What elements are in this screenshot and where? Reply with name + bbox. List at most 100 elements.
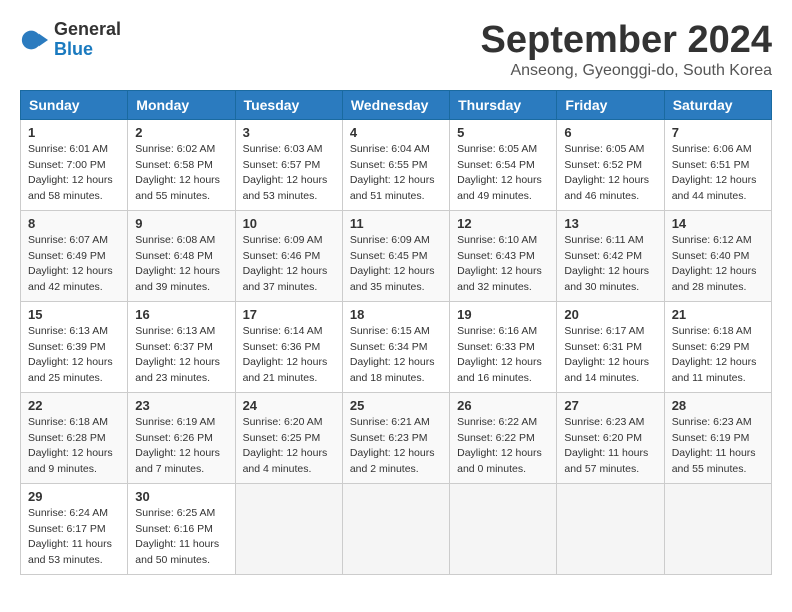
calendar-cell: 27 Sunrise: 6:23 AMSunset: 6:20 PMDayligh…: [557, 392, 664, 483]
calendar-table: SundayMondayTuesdayWednesdayThursdayFrid…: [20, 90, 772, 575]
header-tuesday: Tuesday: [235, 90, 342, 119]
calendar-cell: [342, 483, 449, 574]
calendar-cell: 6 Sunrise: 6:05 AMSunset: 6:52 PMDaylight…: [557, 119, 664, 210]
logo: General Blue: [20, 20, 121, 60]
calendar-cell: 23Sunrise: 6:19 AMSunset: 6:26 PMDayligh…: [128, 392, 235, 483]
day-info: Sunrise: 6:02 AMSunset: 6:58 PMDaylight:…: [135, 142, 227, 205]
day-number: 25: [350, 398, 442, 413]
day-number: 14: [672, 216, 764, 231]
header-sunday: Sunday: [21, 90, 128, 119]
day-number: 10: [243, 216, 335, 231]
location-subtitle: Anseong, Gyeonggi-do, South Korea: [481, 62, 773, 80]
month-title: September 2024: [481, 20, 773, 62]
day-number: 12: [457, 216, 549, 231]
header-monday: Monday: [128, 90, 235, 119]
calendar-cell: 3 Sunrise: 6:03 AMSunset: 6:57 PMDaylight…: [235, 119, 342, 210]
day-info: Sunrise: 6:10 AMSunset: 6:43 PMDaylight:…: [457, 233, 549, 296]
day-info: Sunrise: 6:01 AMSunset: 7:00 PMDaylight:…: [28, 142, 120, 205]
day-info: Sunrise: 6:16 AMSunset: 6:33 PMDaylight:…: [457, 324, 549, 387]
calendar-cell: 13 Sunrise: 6:11 AMSunset: 6:42 PMDayligh…: [557, 210, 664, 301]
day-number: 17: [243, 307, 335, 322]
header-thursday: Thursday: [450, 90, 557, 119]
day-info: Sunrise: 6:07 AMSunset: 6:49 PMDaylight:…: [28, 233, 120, 296]
calendar-header-row: SundayMondayTuesdayWednesdayThursdayFrid…: [21, 90, 772, 119]
header-friday: Friday: [557, 90, 664, 119]
calendar-cell: [664, 483, 771, 574]
logo-blue: Blue: [54, 40, 121, 60]
calendar-cell: 30 Sunrise: 6:25 AMSunset: 6:16 PMDayligh…: [128, 483, 235, 574]
calendar-cell: 22 Sunrise: 6:18 AMSunset: 6:28 PMDayligh…: [21, 392, 128, 483]
day-info: Sunrise: 6:08 AMSunset: 6:48 PMDaylight:…: [135, 233, 227, 296]
day-number: 22: [28, 398, 120, 413]
day-info: Sunrise: 6:09 AMSunset: 6:45 PMDaylight:…: [350, 233, 442, 296]
day-info: Sunrise: 6:09 AMSunset: 6:46 PMDaylight:…: [243, 233, 335, 296]
calendar-cell: 24 Sunrise: 6:20 AMSunset: 6:25 PMDayligh…: [235, 392, 342, 483]
day-number: 3: [243, 125, 335, 140]
calendar-cell: 18 Sunrise: 6:15 AMSunset: 6:34 PMDayligh…: [342, 301, 449, 392]
day-info: Sunrise: 6:19 AMSunset: 6:26 PMDaylight:…: [135, 415, 227, 478]
day-info: Sunrise: 6:18 AMSunset: 6:28 PMDaylight:…: [28, 415, 120, 478]
day-number: 21: [672, 307, 764, 322]
day-info: Sunrise: 6:13 AMSunset: 6:37 PMDaylight:…: [135, 324, 227, 387]
day-number: 15: [28, 307, 120, 322]
logo-icon: [20, 26, 48, 54]
day-info: Sunrise: 6:11 AMSunset: 6:42 PMDaylight:…: [564, 233, 656, 296]
calendar-cell: 11Sunrise: 6:09 AMSunset: 6:45 PMDayligh…: [342, 210, 449, 301]
calendar-cell: [557, 483, 664, 574]
calendar-cell: 4 Sunrise: 6:04 AMSunset: 6:55 PMDaylight…: [342, 119, 449, 210]
calendar-cell: 8 Sunrise: 6:07 AMSunset: 6:49 PMDaylight…: [21, 210, 128, 301]
calendar-cell: 7Sunrise: 6:06 AMSunset: 6:51 PMDaylight…: [664, 119, 771, 210]
day-info: Sunrise: 6:03 AMSunset: 6:57 PMDaylight:…: [243, 142, 335, 205]
day-info: Sunrise: 6:23 AMSunset: 6:20 PMDaylight:…: [564, 415, 656, 478]
calendar-cell: 29Sunrise: 6:24 AMSunset: 6:17 PMDayligh…: [21, 483, 128, 574]
day-number: 27: [564, 398, 656, 413]
calendar-cell: 9Sunrise: 6:08 AMSunset: 6:48 PMDaylight…: [128, 210, 235, 301]
calendar-cell: 2Sunrise: 6:02 AMSunset: 6:58 PMDaylight…: [128, 119, 235, 210]
day-number: 8: [28, 216, 120, 231]
day-info: Sunrise: 6:21 AMSunset: 6:23 PMDaylight:…: [350, 415, 442, 478]
day-info: Sunrise: 6:14 AMSunset: 6:36 PMDaylight:…: [243, 324, 335, 387]
day-info: Sunrise: 6:25 AMSunset: 6:16 PMDaylight:…: [135, 506, 227, 569]
calendar-cell: 25 Sunrise: 6:21 AMSunset: 6:23 PMDayligh…: [342, 392, 449, 483]
calendar-row: 8 Sunrise: 6:07 AMSunset: 6:49 PMDaylight…: [21, 210, 772, 301]
day-number: 13: [564, 216, 656, 231]
calendar-row: 22 Sunrise: 6:18 AMSunset: 6:28 PMDayligh…: [21, 392, 772, 483]
calendar-cell: 5Sunrise: 6:05 AMSunset: 6:54 PMDaylight…: [450, 119, 557, 210]
day-info: Sunrise: 6:05 AMSunset: 6:54 PMDaylight:…: [457, 142, 549, 205]
calendar-cell: 1 Sunrise: 6:01 AMSunset: 7:00 PMDaylight…: [21, 119, 128, 210]
day-info: Sunrise: 6:20 AMSunset: 6:25 PMDaylight:…: [243, 415, 335, 478]
logo-general: General: [54, 20, 121, 40]
calendar-row: 15 Sunrise: 6:13 AMSunset: 6:39 PMDayligh…: [21, 301, 772, 392]
calendar-cell: [235, 483, 342, 574]
day-number: 18: [350, 307, 442, 322]
day-info: Sunrise: 6:17 AMSunset: 6:31 PMDaylight:…: [564, 324, 656, 387]
calendar-cell: 10 Sunrise: 6:09 AMSunset: 6:46 PMDayligh…: [235, 210, 342, 301]
day-number: 19: [457, 307, 549, 322]
calendar-cell: 19 Sunrise: 6:16 AMSunset: 6:33 PMDayligh…: [450, 301, 557, 392]
calendar-cell: 15 Sunrise: 6:13 AMSunset: 6:39 PMDayligh…: [21, 301, 128, 392]
day-number: 1: [28, 125, 120, 140]
calendar-cell: 14Sunrise: 6:12 AMSunset: 6:40 PMDayligh…: [664, 210, 771, 301]
day-number: 4: [350, 125, 442, 140]
calendar-cell: 17 Sunrise: 6:14 AMSunset: 6:36 PMDayligh…: [235, 301, 342, 392]
calendar-cell: [450, 483, 557, 574]
logo-text: General Blue: [54, 20, 121, 60]
day-info: Sunrise: 6:23 AMSunset: 6:19 PMDaylight:…: [672, 415, 764, 478]
page-header: General Blue September 2024 Anseong, Gye…: [20, 20, 772, 80]
day-info: Sunrise: 6:13 AMSunset: 6:39 PMDaylight:…: [28, 324, 120, 387]
calendar-cell: 12 Sunrise: 6:10 AMSunset: 6:43 PMDayligh…: [450, 210, 557, 301]
day-number: 6: [564, 125, 656, 140]
day-info: Sunrise: 6:06 AMSunset: 6:51 PMDaylight:…: [672, 142, 764, 205]
day-info: Sunrise: 6:05 AMSunset: 6:52 PMDaylight:…: [564, 142, 656, 205]
day-info: Sunrise: 6:04 AMSunset: 6:55 PMDaylight:…: [350, 142, 442, 205]
day-number: 16: [135, 307, 227, 322]
day-number: 24: [243, 398, 335, 413]
day-info: Sunrise: 6:15 AMSunset: 6:34 PMDaylight:…: [350, 324, 442, 387]
day-number: 29: [28, 489, 120, 504]
day-number: 26: [457, 398, 549, 413]
calendar-row: 1 Sunrise: 6:01 AMSunset: 7:00 PMDaylight…: [21, 119, 772, 210]
day-info: Sunrise: 6:18 AMSunset: 6:29 PMDaylight:…: [672, 324, 764, 387]
calendar-cell: 16 Sunrise: 6:13 AMSunset: 6:37 PMDayligh…: [128, 301, 235, 392]
day-number: 30: [135, 489, 227, 504]
header-wednesday: Wednesday: [342, 90, 449, 119]
